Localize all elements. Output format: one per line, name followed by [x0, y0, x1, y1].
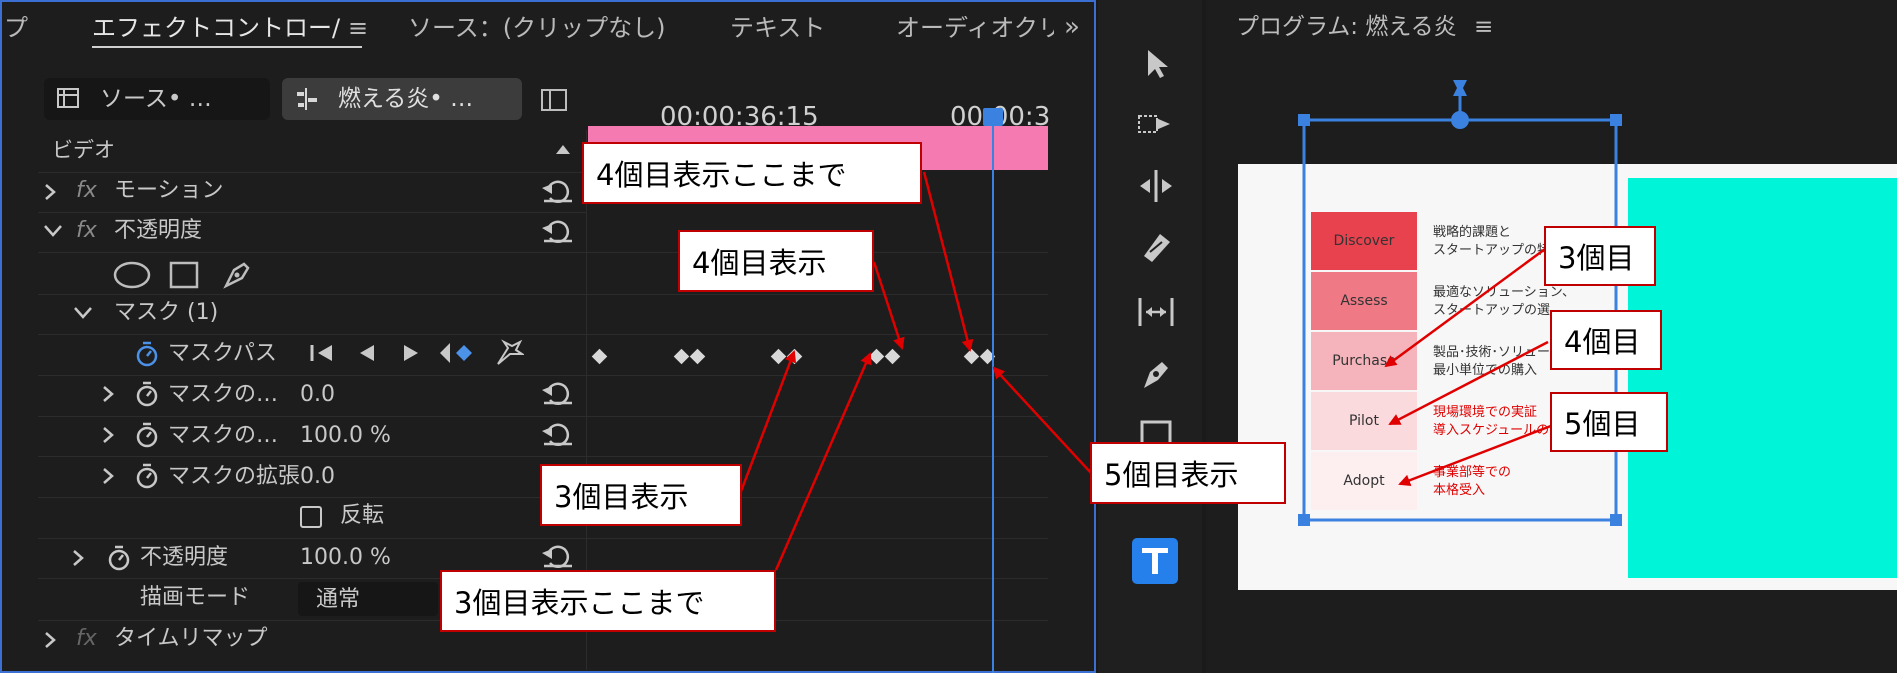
callout-3rd: 3個目: [1544, 226, 1656, 286]
callout-5th-show: 5個目表示: [1090, 442, 1286, 504]
callout-3rd-until: 3個目表示ここまで: [440, 570, 776, 632]
callout-3rd-show: 3個目表示: [540, 464, 742, 526]
callout-5th: 5個目: [1550, 392, 1668, 452]
callout-4th-show: 4個目表示: [678, 230, 874, 292]
callout-4th: 4個目: [1550, 310, 1662, 370]
callout-4th-until: 4個目表示ここまで: [582, 142, 922, 204]
